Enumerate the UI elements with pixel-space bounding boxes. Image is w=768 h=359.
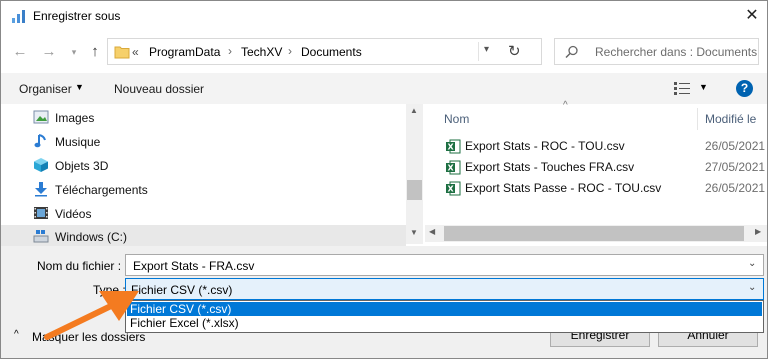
folder-icon	[114, 46, 130, 59]
scroll-up-icon[interactable]: ▲	[410, 106, 418, 115]
save-as-dialog: Enregistrer sous ✕ ← → ▾ ↑ « ProgramData…	[0, 0, 768, 359]
command-bar: Organiser ▼ Nouveau dossier ▼ ?	[1, 73, 767, 104]
search-box[interactable]: Rechercher dans : Documents	[554, 38, 759, 65]
crumb-separator: ›	[288, 44, 292, 58]
sidebar-item-3d-objects[interactable]: Objets 3D	[31, 154, 411, 178]
file-date: 27/05/2021	[705, 160, 766, 174]
sidebar-item-label: Images	[55, 111, 95, 125]
sidebar-item-label: Téléchargements	[55, 183, 148, 197]
sidebar-item-images[interactable]: Images	[31, 106, 411, 130]
sidebar-item-music[interactable]: Musique	[31, 130, 411, 154]
file-list-hscrollbar[interactable]: ◀ ▶	[425, 225, 767, 242]
filename-label: Nom du fichier :	[37, 259, 122, 273]
scroll-down-icon[interactable]: ▼	[410, 228, 418, 237]
svg-text:X: X	[448, 143, 455, 152]
sidebar-item-label: Objets 3D	[55, 159, 109, 173]
view-options-icon[interactable]	[674, 82, 690, 95]
file-name: Export Stats Passe - ROC - TOU.csv	[465, 181, 662, 195]
type-dropdown-list: Fichier CSV (*.csv) Fichier Excel (*.xls…	[125, 300, 764, 333]
excel-csv-icon: X	[446, 181, 461, 196]
drive-icon	[33, 230, 49, 243]
address-dropdown-icon[interactable]: ▾	[484, 44, 489, 55]
crumb-techxv[interactable]: TechXV	[241, 45, 282, 59]
hide-folders-chevron-icon[interactable]: ^	[14, 329, 19, 340]
help-icon[interactable]: ?	[736, 80, 753, 97]
filename-field[interactable]: Export Stats - FRA.csv ⌄	[125, 254, 764, 276]
back-arrow-icon[interactable]: ←	[9, 41, 31, 63]
cube-icon	[34, 158, 48, 172]
sidebar-item-label: Vidéos	[55, 207, 92, 221]
navigation-pane: Images Musique Objets 3D Téléchargements…	[1, 104, 425, 249]
nav-scrollbar[interactable]: ▲ ▼	[406, 104, 423, 244]
crumb-separator: ›	[228, 44, 232, 58]
file-name: Export Stats - Touches FRA.csv	[465, 160, 635, 174]
file-row[interactable]: X Export Stats - ROC - TOU.csv 26/05/202…	[443, 136, 766, 157]
search-icon	[565, 45, 578, 59]
file-name: Export Stats - ROC - TOU.csv	[465, 139, 625, 153]
close-icon[interactable]: ✕	[741, 5, 763, 27]
download-icon	[35, 182, 47, 197]
filename-value: Export Stats - FRA.csv	[133, 259, 255, 273]
column-header-modified[interactable]: Modifié le	[705, 112, 756, 126]
type-select[interactable]: Fichier CSV (*.csv) ⌄	[125, 278, 764, 300]
type-option-csv[interactable]: Fichier CSV (*.csv)	[127, 302, 762, 316]
video-icon	[34, 207, 48, 219]
type-dropdown-icon[interactable]: ⌄	[748, 282, 756, 293]
sidebar-item-label: Musique	[55, 135, 101, 149]
annotation-arrow-icon	[44, 291, 139, 340]
column-header-name[interactable]: Nom	[444, 112, 469, 126]
svg-text:X: X	[448, 185, 455, 194]
app-chart-icon	[12, 10, 25, 23]
sidebar-item-videos[interactable]: Vidéos	[31, 202, 411, 226]
sidebar-item-label: Windows (C:)	[55, 230, 128, 244]
column-divider[interactable]	[697, 108, 698, 130]
music-icon	[34, 134, 46, 148]
address-overflow[interactable]: «	[132, 45, 139, 59]
address-bar[interactable]: « ProgramData › TechXV › Documents ▾ ↻	[107, 38, 542, 65]
crumb-programdata[interactable]: ProgramData	[149, 45, 220, 59]
scroll-thumb[interactable]	[407, 180, 422, 200]
images-icon	[33, 110, 49, 124]
divider	[478, 42, 479, 61]
file-row[interactable]: X Export Stats Passe - ROC - TOU.csv 26/…	[443, 178, 766, 199]
file-row[interactable]: X Export Stats - Touches FRA.csv 27/05/2…	[443, 157, 766, 178]
filename-dropdown-icon[interactable]: ⌄	[748, 258, 756, 269]
file-date: 26/05/2021	[705, 181, 766, 195]
type-option-xlsx[interactable]: Fichier Excel (*.xlsx)	[127, 316, 762, 330]
window-title: Enregistrer sous	[33, 9, 121, 23]
scroll-right-icon[interactable]: ▶	[755, 227, 761, 236]
up-arrow-icon[interactable]: ↑	[84, 41, 106, 63]
forward-arrow-icon[interactable]: →	[38, 41, 60, 63]
sort-up-icon: ^	[563, 100, 568, 111]
refresh-icon[interactable]: ↻	[508, 42, 521, 60]
excel-csv-icon: X	[446, 160, 461, 175]
view-chevron-icon[interactable]: ▼	[699, 82, 708, 92]
crumb-documents[interactable]: Documents	[301, 45, 362, 59]
file-date: 26/05/2021	[705, 139, 766, 153]
scroll-thumb[interactable]	[444, 226, 744, 241]
sidebar-item-downloads[interactable]: Téléchargements	[31, 178, 411, 202]
organize-button[interactable]: Organiser	[19, 82, 72, 96]
organize-chevron-icon[interactable]: ▼	[75, 82, 84, 92]
title-bar: Enregistrer sous ✕	[1, 1, 767, 32]
svg-text:X: X	[448, 164, 455, 173]
scroll-left-icon[interactable]: ◀	[429, 227, 435, 236]
recent-chevron-icon[interactable]: ▾	[63, 41, 85, 63]
search-placeholder: Rechercher dans : Documents	[595, 45, 758, 59]
excel-csv-icon: X	[446, 139, 461, 154]
new-folder-button[interactable]: Nouveau dossier	[114, 82, 204, 96]
